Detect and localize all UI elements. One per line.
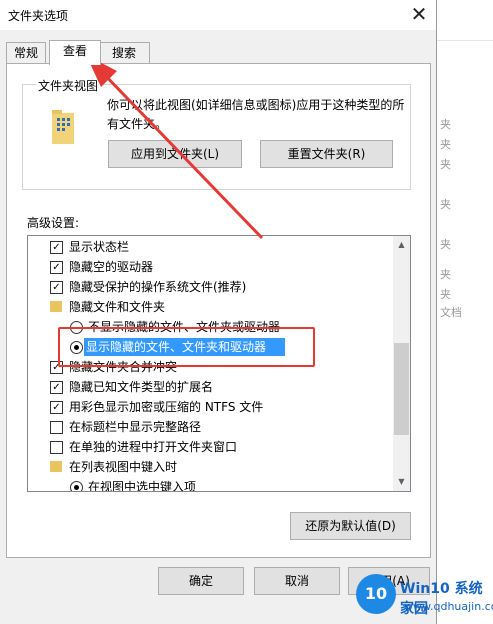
- reset-folders-button[interactable]: 重置文件夹(R): [260, 140, 393, 168]
- vertical-scrollbar[interactable]: ▲ ▼: [393, 236, 410, 491]
- scroll-up-icon[interactable]: ▲: [393, 236, 410, 253]
- folder-view-description: 你可以将此视图(如详细信息或图标)应用于这种类型的所有文件夹。: [107, 98, 405, 131]
- list-item-label: 在列表视图中键入时: [69, 460, 178, 474]
- list-item-label: 隐藏空的驱动器: [69, 260, 154, 274]
- background-divider: [436, 40, 493, 41]
- background-text: 夹: [440, 268, 451, 281]
- radio-button[interactable]: [70, 481, 83, 491]
- list-item-label: 在视图中选中键入项: [88, 480, 197, 492]
- background-text: 夹: [440, 238, 451, 251]
- background-text: 夹: [440, 138, 451, 151]
- background-text: 夹: [440, 288, 451, 301]
- background-text: 夹: [440, 158, 451, 171]
- tab-view[interactable]: 查看: [49, 40, 101, 65]
- folder-icon: [50, 461, 62, 472]
- checkbox[interactable]: ✓: [50, 381, 63, 394]
- checkbox[interactable]: [50, 421, 63, 434]
- advanced-settings-label: 高级设置:: [27, 216, 80, 230]
- list-item-label: 隐藏受保护的操作系统文件(推荐): [69, 280, 247, 294]
- watermark-url: www.qdhuajin.com: [404, 600, 493, 613]
- checkbox[interactable]: ✓: [50, 281, 63, 294]
- cancel-button[interactable]: 取消: [254, 567, 340, 595]
- watermark-logo-icon: 10: [356, 574, 396, 614]
- ok-button[interactable]: 确定: [158, 567, 244, 595]
- window-title: 文件夹选项: [8, 9, 69, 23]
- folder-options-dialog: 文件夹选项 ✕ 常规 查看 搜索 文件夹视图 你可以将此视图(如详细信息或图标)…: [0, 0, 437, 624]
- folder-icon: [50, 301, 62, 312]
- watermark: 10 Win10 系统家园 www.qdhuajin.com: [352, 566, 493, 624]
- annotation-highlight-box: [58, 327, 315, 367]
- tab-search[interactable]: 搜索: [98, 42, 150, 63]
- folder-view-title: 文件夹视图: [36, 77, 101, 94]
- list-item-label: 在单独的进程中打开文件夹窗口: [69, 440, 238, 454]
- scroll-down-icon[interactable]: ▼: [393, 473, 410, 490]
- scroll-thumb[interactable]: [394, 343, 409, 435]
- checkbox[interactable]: ✓: [50, 241, 63, 254]
- list-item-label: 显示状态栏: [69, 240, 130, 254]
- restore-defaults-button[interactable]: 还原为默认值(D): [290, 512, 411, 540]
- list-item-label: 用彩色显示加密或压缩的 NTFS 文件: [69, 400, 264, 414]
- tab-general[interactable]: 常规: [6, 42, 46, 63]
- checkbox[interactable]: ✓: [50, 401, 63, 414]
- folder-view-icon: [52, 110, 74, 144]
- list-item-label: 隐藏已知文件类型的扩展名: [69, 380, 214, 394]
- background-text: 文档: [440, 306, 462, 319]
- close-icon[interactable]: ✕: [406, 2, 432, 28]
- list-item-label: 隐藏文件和文件夹: [69, 300, 166, 314]
- apply-to-folders-button[interactable]: 应用到文件夹(L): [108, 140, 242, 168]
- title-bar: 文件夹选项 ✕: [0, 0, 436, 30]
- background-text: 夹: [440, 198, 451, 211]
- checkbox[interactable]: [50, 441, 63, 454]
- checkbox[interactable]: ✓: [50, 261, 63, 274]
- list-item-label: 在标题栏中显示完整路径: [69, 420, 202, 434]
- background-text: 夹: [440, 118, 451, 131]
